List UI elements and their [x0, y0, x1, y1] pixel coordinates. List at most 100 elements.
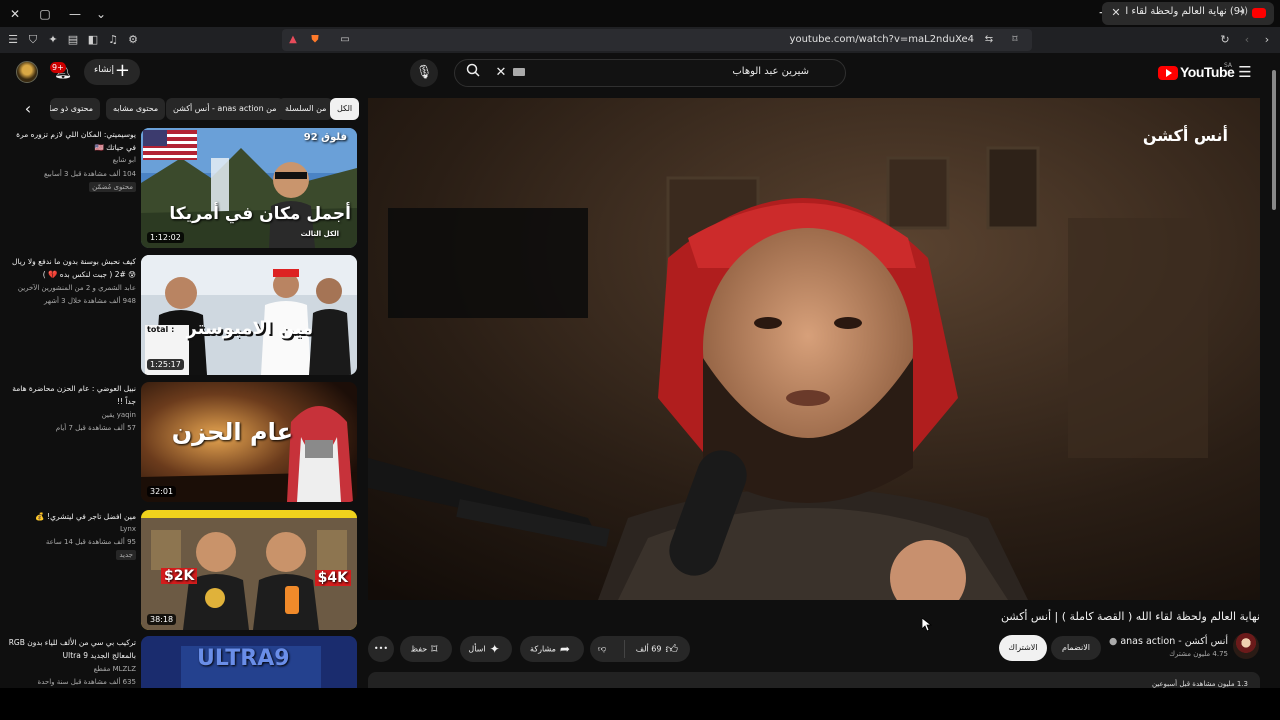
youtube-play-icon: [1158, 66, 1178, 80]
bookmark-icon: ⌑: [431, 642, 438, 656]
page-scrollbar[interactable]: [1270, 60, 1278, 688]
suggestion-channel[interactable]: yaqin يقين: [8, 411, 136, 419]
verified-icon: ●: [1109, 636, 1118, 647]
suggestion-meta: 948 ألف مشاهدة خلال 3 أشهر: [44, 297, 136, 305]
suggestion-channel[interactable]: عابد الشمري و 2 من المنشورين الآخرين: [8, 284, 136, 292]
address-bar[interactable]: ▲ ⛊ ▭ youtube.com/watch?v=maL2nduXe4 ⇆ ⌑: [282, 29, 1032, 51]
suggestion-thumbnail[interactable]: عام الحزن 32:01: [141, 382, 357, 502]
microphone-icon[interactable]: 🎙︎: [410, 59, 438, 87]
price-label-right: $4K: [314, 570, 351, 586]
suggestion-thumbnail[interactable]: أجمل مكان في أمريكا فلوق 92 الكل الثالث …: [141, 128, 357, 248]
puzzle-icon[interactable]: ✦: [44, 31, 62, 49]
channel-name[interactable]: أنس أكشن - anas action ●: [1109, 636, 1228, 647]
save-label: حفظ: [410, 644, 428, 654]
reader-icon[interactable]: ▤: [64, 31, 82, 49]
reload-icon[interactable]: ↻: [1216, 31, 1234, 49]
url-text: youtube.com/watch?v=maL2nduXe4: [789, 34, 974, 45]
speaker-icon[interactable]: ◂): [1239, 6, 1248, 17]
suggestion-thumbnail[interactable]: مين الامبوستر total : 1:25:17: [141, 255, 357, 375]
keyboard-icon[interactable]: [513, 68, 525, 76]
vpn-icon[interactable]: ▲: [284, 31, 302, 49]
suggestion-title[interactable]: تركيب بي سي من الألف للياء بدون RGB بالم…: [8, 636, 136, 662]
search-input[interactable]: شيرين عبد الوهاب: [732, 66, 809, 77]
suggestion-title[interactable]: نبيل العوضي : عام الحزن محاضرة هامة جداً…: [8, 382, 136, 408]
thumbnail-caption: ULTRA9: [197, 646, 290, 671]
suggestion-item[interactable]: كيف نحبش بوسنة بدون ما ندفع ولا ريال 😰 #…: [8, 255, 360, 377]
suggestion-channel[interactable]: MLZLZ مقطع: [8, 665, 136, 673]
suggestion-title[interactable]: مين افضل تاجر في ليتشري! 💰: [8, 510, 136, 523]
suggestion-title[interactable]: كيف نحبش بوسنة بدون ما ندفع ولا ريال 😰 #…: [8, 255, 136, 281]
suggestion-meta: 95 ألف مشاهدة قبل 14 ساعة: [45, 538, 136, 546]
account-avatar[interactable]: [16, 61, 38, 83]
thumbnail-caption: عام الحزن: [171, 418, 293, 446]
like-button[interactable]: 👍︎69 ألف: [636, 636, 682, 663]
bookmark-icon[interactable]: ⌑: [1006, 31, 1024, 49]
chip-series[interactable]: من السلسلة: [278, 98, 334, 120]
tab-title: (9) نهاية العالم ولحظة لقاء الله (: [1126, 6, 1244, 17]
suggestion-thumbnail[interactable]: ULTRA9: [141, 636, 357, 688]
sidebar-icon[interactable]: ◧: [84, 31, 102, 49]
join-button[interactable]: الانضمام: [1051, 636, 1101, 660]
video-title: نهاية العالم ولحظة لقاء الله ( القصة كام…: [1000, 610, 1260, 623]
share-label: مشاركة: [530, 644, 556, 654]
cast-icon[interactable]: ▭: [336, 31, 354, 49]
browser-tab-bar: ✕ ▢ — ⌄ + ✕ (9) نهاية العالم ولحظة لقاء …: [0, 0, 1280, 27]
brave-shield-icon[interactable]: ⛊: [306, 31, 324, 49]
ask-label: اسأل: [468, 644, 486, 654]
chevron-left-icon[interactable]: ‹: [18, 98, 38, 120]
suggestion-channel[interactable]: ابو شايع: [8, 156, 136, 164]
extensions-icon[interactable]: ⚙: [124, 31, 142, 49]
create-button[interactable]: إنشاء +: [84, 59, 140, 85]
suggestion-channel[interactable]: Lynx: [8, 525, 136, 533]
scrollbar-thumb[interactable]: [1272, 70, 1276, 210]
chip-related[interactable]: محتوى ذو صلة: [50, 98, 100, 120]
site-settings-icon[interactable]: ⇆: [980, 31, 998, 49]
suggestion-item[interactable]: تركيب بي سي من الألف للياء بدون RGB بالم…: [8, 636, 360, 688]
back-icon[interactable]: ‹: [1238, 31, 1256, 49]
forward-icon[interactable]: ›: [1258, 31, 1276, 49]
search-box[interactable]: ✕ شيرين عبد الوهاب: [454, 59, 846, 87]
browser-tab-active[interactable]: ✕ (9) نهاية العالم ولحظة لقاء الله ( ◂): [1102, 2, 1274, 25]
guide-menu-icon[interactable]: ☰: [1236, 63, 1254, 81]
minimize-window-icon[interactable]: —: [66, 5, 84, 23]
suggestion-item[interactable]: يوسيميتي: المكان اللي لازم تزوره مرة في …: [8, 128, 360, 250]
sparkle-icon: ✦: [489, 642, 500, 656]
suggestion-item[interactable]: مين افضل تاجر في ليتشري! 💰 Lynx 95 ألف م…: [8, 510, 360, 632]
shield-icon[interactable]: ⛉: [24, 31, 42, 49]
subscribe-button[interactable]: الاشتراك: [999, 635, 1047, 661]
thumbnail-part-label: الكل الثالث: [300, 230, 339, 238]
suggestion-title[interactable]: يوسيميتي: المكان اللي لازم تزوره مرة في …: [8, 128, 136, 154]
save-button[interactable]: ⌑حفظ: [400, 636, 452, 662]
suggestion-thumbnail[interactable]: $2K $4K 38:18: [141, 510, 357, 630]
chevron-down-icon[interactable]: ⌄: [92, 5, 110, 23]
subscriber-count: 4.75 مليون مشترك: [1169, 650, 1228, 658]
clear-search-icon[interactable]: ✕: [493, 63, 509, 83]
video-player[interactable]: أنس أكشن: [368, 98, 1260, 600]
restore-window-icon[interactable]: ▢: [36, 5, 54, 23]
chip-similar[interactable]: محتوى مشابه: [106, 98, 166, 120]
dislike-icon[interactable]: 👎︎: [598, 636, 606, 662]
mouse-cursor-icon: [922, 618, 932, 632]
share-button[interactable]: ➦مشاركة: [520, 636, 584, 662]
close-window-icon[interactable]: ✕: [6, 5, 24, 23]
create-label: إنشاء: [94, 65, 115, 75]
more-actions-button[interactable]: •••: [368, 636, 394, 662]
channel-avatar[interactable]: [1233, 633, 1259, 659]
impostor-thumbnail-image: [141, 255, 357, 375]
share-icon: ➦: [559, 642, 570, 656]
chip-channel[interactable]: من anas action - أنس أكشن: [166, 98, 284, 120]
menu-icon[interactable]: ☰: [4, 31, 22, 49]
music-icon[interactable]: ♫: [104, 31, 122, 49]
browser-toolbar: ☰ ⛉ ✦ ▤ ◧ ♫ ⚙ ▲ ⛊ ▭ youtube.com/watch?v=…: [0, 27, 1280, 53]
like-divider: [624, 640, 625, 658]
channel-watermark: أنس أكشن: [1142, 126, 1228, 145]
channel-name-text: أنس أكشن - anas action: [1120, 636, 1228, 647]
suggestion-meta: 104 ألف مشاهدة قبل 3 أسابيع: [44, 170, 136, 178]
chip-all[interactable]: الكل: [330, 98, 360, 120]
ask-button[interactable]: ✦اسأل: [460, 636, 512, 662]
taskbar-area: [0, 688, 1280, 720]
plus-icon: +: [114, 60, 130, 81]
suggestion-item[interactable]: نبيل العوضي : عام الحزن محاضرة هامة جداً…: [8, 382, 360, 504]
search-icon[interactable]: [463, 63, 483, 83]
tab-close-icon[interactable]: ✕: [1108, 5, 1124, 21]
